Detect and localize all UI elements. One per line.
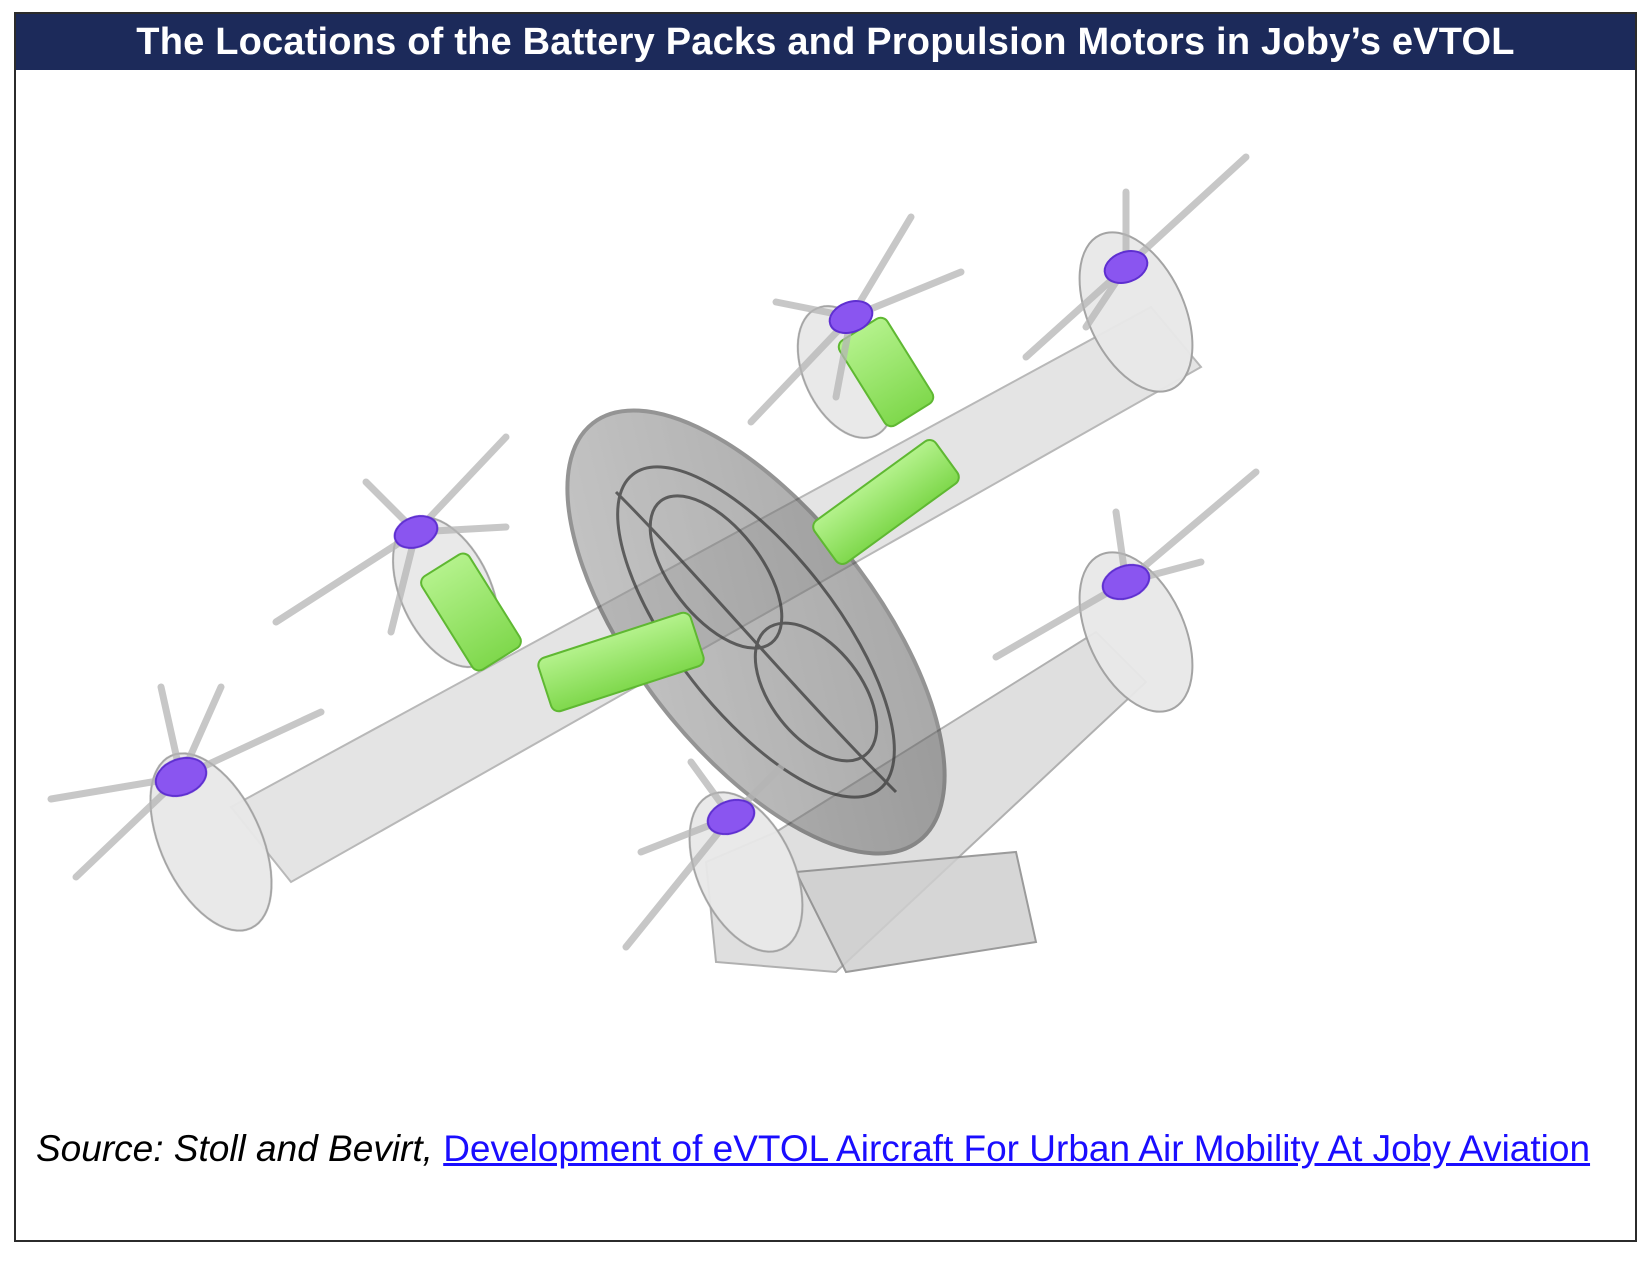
source-link[interactable]: Development of eVTOL Aircraft For Urban …: [443, 1128, 1590, 1169]
figure-frame: The Locations of the Battery Packs and P…: [14, 12, 1637, 1242]
source-citation: Source: Stoll and Bevirt, Development of…: [36, 1124, 1596, 1174]
source-prefix: Source: Stoll and Bevirt,: [36, 1128, 444, 1169]
aircraft-diagram: [47, 153, 1260, 974]
page-title: The Locations of the Battery Packs and P…: [16, 14, 1635, 70]
